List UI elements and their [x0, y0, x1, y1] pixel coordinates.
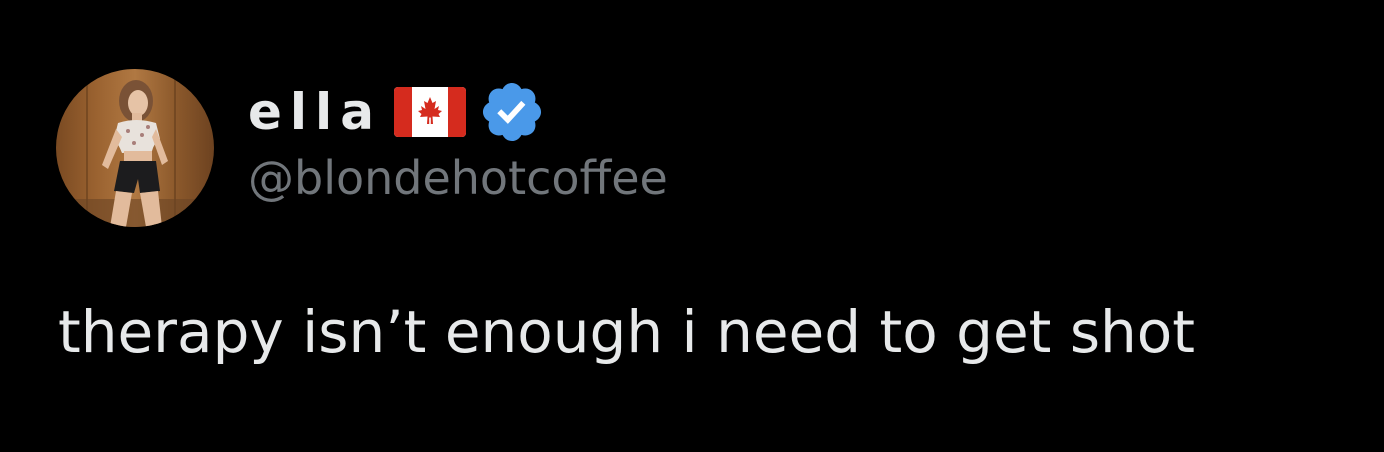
- name-row: ella: [248, 81, 668, 143]
- tweet-text: therapy isn’t enough i need to get shot: [58, 298, 1196, 366]
- author-identity: ella @blondehotcoffee: [248, 81, 668, 204]
- avatar[interactable]: [56, 69, 214, 227]
- tweet-card: ella @blondehotcoffee therapy isn’t enou…: [0, 0, 1384, 452]
- display-name[interactable]: ella: [248, 87, 382, 137]
- tweet-header: ella @blondehotcoffee: [56, 68, 668, 228]
- canada-flag-icon: [393, 86, 466, 137]
- verified-badge-icon: [478, 78, 546, 146]
- avatar-image: [56, 69, 214, 227]
- author-handle[interactable]: @blondehotcoffee: [248, 153, 668, 204]
